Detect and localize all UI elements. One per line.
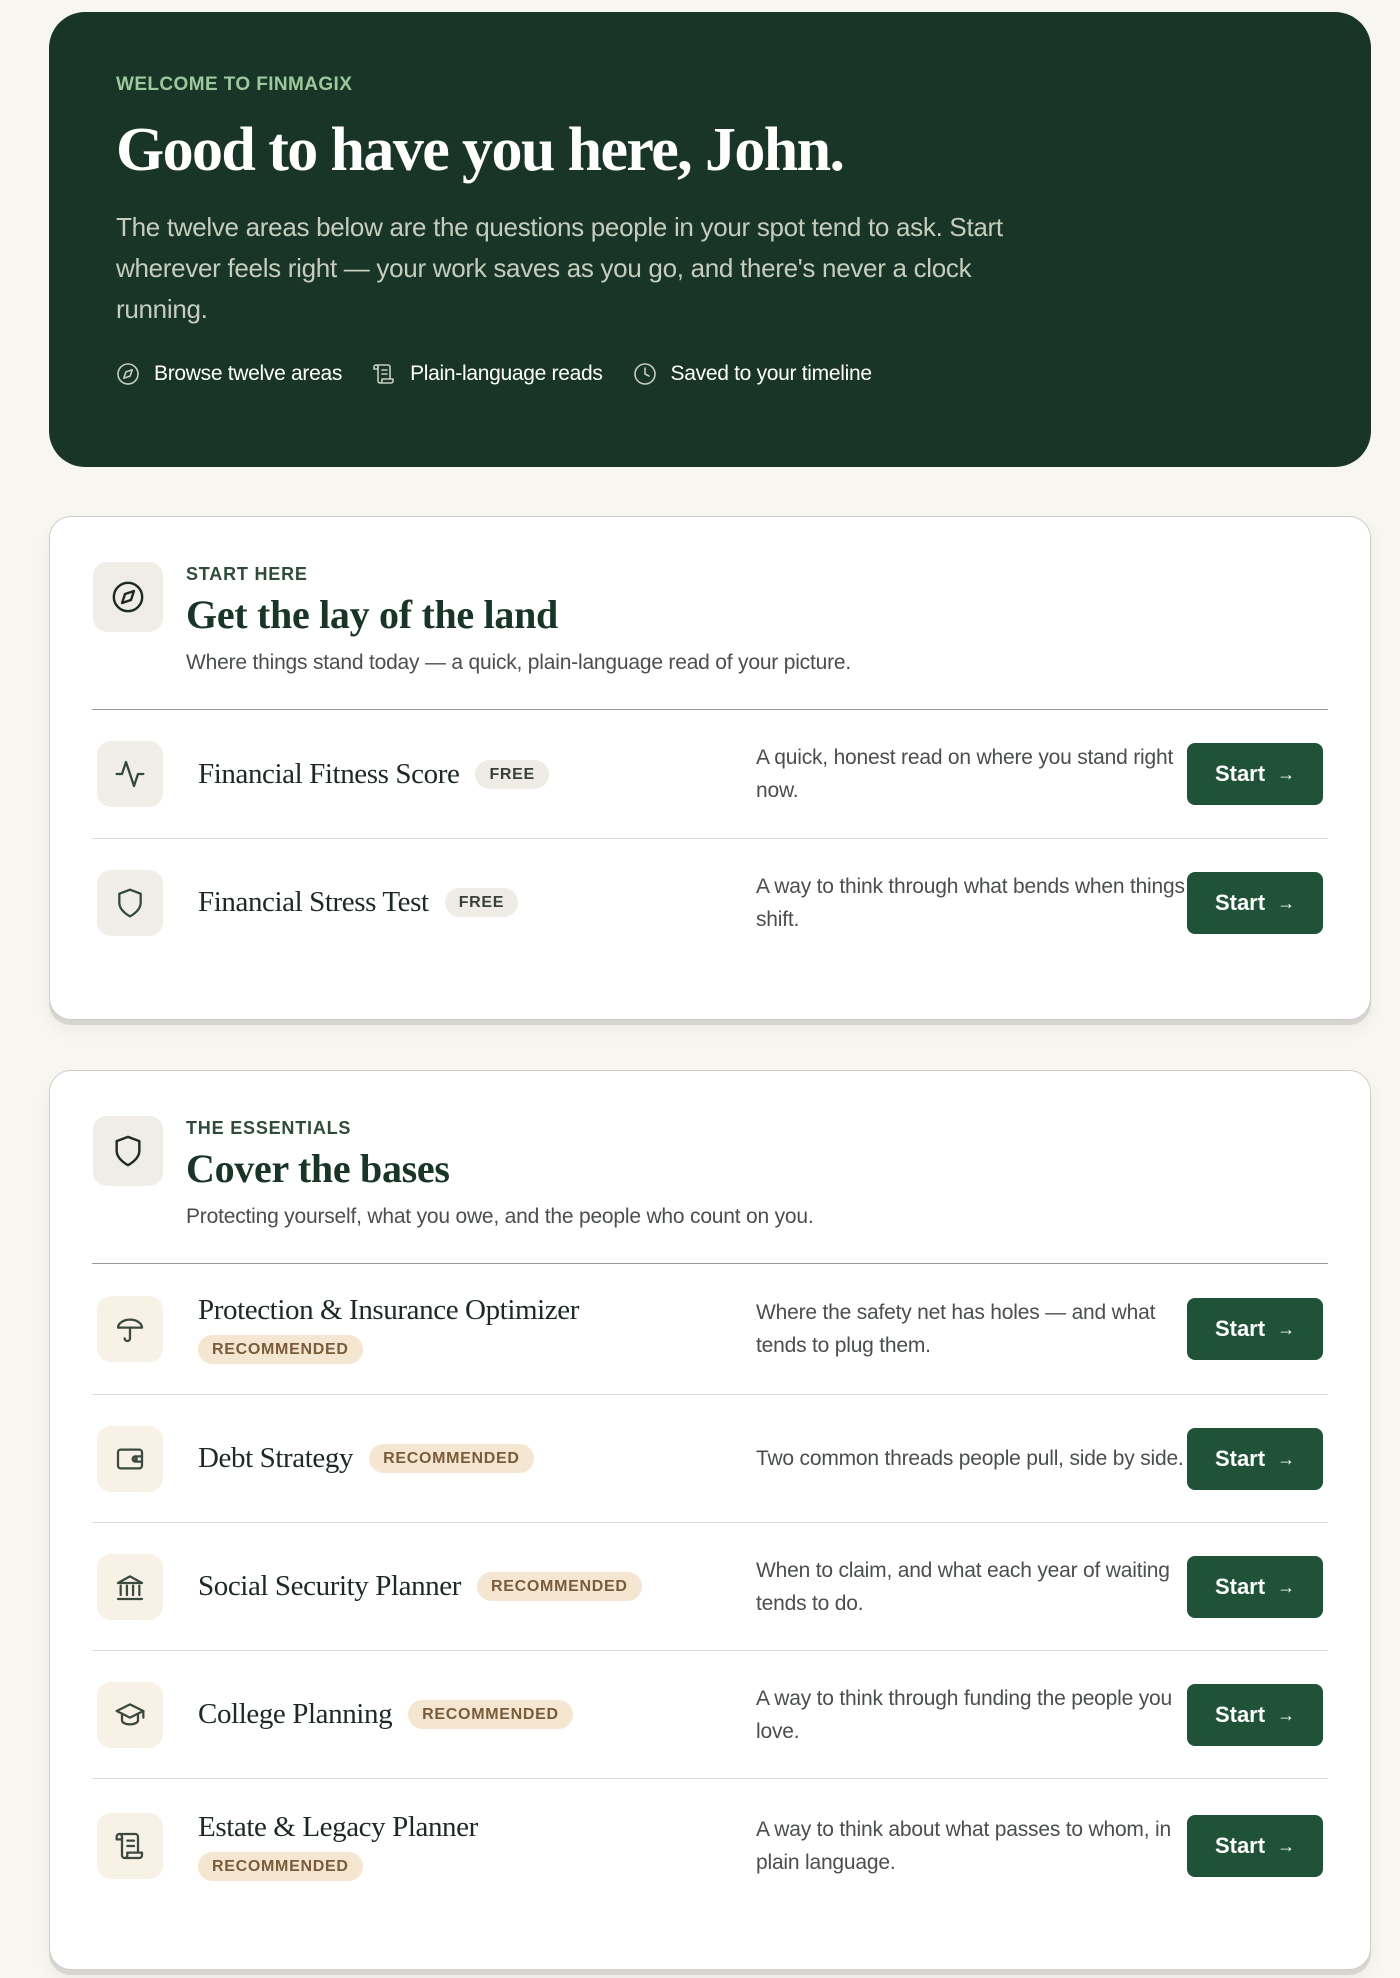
tool-row-financial-stress-test: Financial Stress Test FREE A way to thin… [92,838,1328,966]
chip-label: Browse twelve areas [154,362,343,386]
tool-row-protection-insurance-optimizer: Protection & Insurance Optimizer RECOMME… [92,1264,1328,1394]
tool-title: Debt Strategy [198,1442,354,1474]
tool-description: Where the safety net has holes — and wha… [756,1301,1156,1357]
start-button-financial-stress-test[interactable]: Start → [1187,872,1323,934]
recommended-badge: RECOMMENDED [198,1851,363,1881]
graduation-cap-icon [115,1703,145,1726]
start-button-label: Start [1214,1446,1266,1471]
start-button-college-planning[interactable]: Start → [1187,1684,1323,1746]
start-button-label: Start [1214,761,1266,786]
tool-title: Estate & Legacy Planner [198,1810,478,1843]
welcome-hero: WELCOME TO FINMAGIX Good to have you her… [49,12,1371,467]
start-button-label: Start [1214,1316,1266,1341]
section-start-here: START HERE Get the lay of the land Where… [49,516,1371,1020]
scroll-icon [115,1832,144,1860]
arrow-right-icon: → [1277,763,1296,784]
tool-list: Financial Fitness Score FREE A quick, ho… [92,710,1328,966]
chip-browse-areas: Browse twelve areas [116,362,342,386]
tool-icon [97,870,163,936]
tool-icon [97,1682,163,1748]
start-button-estate-legacy-planner[interactable]: Start → [1187,1815,1323,1877]
tool-description: A way to think about what passes to whom… [756,1817,1171,1874]
arrow-right-icon: → [1277,1835,1296,1856]
free-badge: FREE [444,888,519,917]
hero-body: The twelve areas below are the questions… [116,212,1003,325]
recommended-badge: RECOMMENDED [477,1572,642,1601]
tool-description: A way to think through what bends when t… [756,874,1185,931]
start-button-social-security-planner[interactable]: Start → [1187,1556,1323,1618]
scroll-icon [373,364,394,384]
tool-icon [97,1813,163,1879]
compass-icon [112,581,144,613]
tool-description: A way to think through funding the peopl… [756,1686,1172,1743]
arrow-right-icon: → [1277,892,1296,913]
chip-label: Saved to your timeline [670,362,872,386]
arrow-right-icon: → [1277,1448,1296,1469]
compass-icon [117,363,139,385]
tool-icon [97,741,163,807]
tool-row-college-planning: College Planning RECOMMENDED A way to th… [92,1650,1328,1778]
page: WELCOME TO FINMAGIX Good to have you her… [0,0,1400,1978]
wallet-icon [116,1448,144,1470]
section-header: START HERE Get the lay of the land Where… [50,517,1370,709]
arrow-right-icon: → [1277,1576,1296,1597]
recommended-badge: RECOMMENDED [408,1700,573,1729]
section-header: THE ESSENTIALS Cover the bases Protectin… [50,1071,1370,1263]
recommended-badge: RECOMMENDED [198,1335,363,1364]
section-icon [93,1116,163,1186]
umbrella-icon [116,1318,144,1343]
free-badge: FREE [475,759,549,789]
chip-plain-language: Plain-language reads [372,362,603,386]
tool-description: When to claim, and what each year of wai… [756,1558,1170,1615]
section-eyebrow: THE ESSENTIALS [186,1118,352,1138]
section-the-essentials: THE ESSENTIALS Cover the bases Protectin… [49,1070,1371,1970]
tool-row-financial-fitness-score: Financial Fitness Score FREE A quick, ho… [92,710,1328,838]
tool-title: Financial Stress Test [198,886,429,918]
start-button-label: Start [1214,1702,1266,1727]
chip-label: Plain-language reads [410,362,603,386]
pulse-icon [115,760,145,788]
clock-icon [633,363,656,385]
start-button-label: Start [1214,1833,1266,1858]
tool-row-estate-legacy-planner: Estate & Legacy Planner RECOMMENDED A wa… [92,1778,1328,1912]
section-title: Cover the bases [186,1146,450,1191]
start-button-label: Start [1214,890,1266,915]
tool-title: Social Security Planner [198,1570,462,1602]
bank-icon [116,1575,144,1601]
start-button-financial-fitness-score[interactable]: Start → [1187,743,1323,805]
shield-icon [118,888,142,918]
tool-title: Financial Fitness Score [198,757,460,790]
start-button-protection-insurance-optimizer[interactable]: Start → [1187,1298,1323,1360]
arrow-right-icon: → [1277,1318,1296,1339]
tool-row-debt-strategy: Debt Strategy RECOMMENDED Two common thr… [92,1394,1328,1522]
section-subtitle: Where things stand today — a quick, plai… [186,651,851,674]
section-title: Get the lay of the land [186,592,558,637]
section-icon [93,562,163,632]
section-eyebrow: START HERE [186,564,308,584]
shield-icon [115,1135,141,1167]
hero-eyebrow: WELCOME TO FINMAGIX [116,74,353,95]
start-button-label: Start [1214,1574,1266,1599]
hero-title: Good to have you here, John. [116,116,845,184]
tool-description: A quick, honest read on where you stand … [756,746,1174,802]
tool-title: Protection & Insurance Optimizer [198,1294,579,1326]
section-subtitle: Protecting yourself, what you owe, and t… [186,1205,814,1228]
tool-description: Two common threads people pull, side by … [756,1447,1184,1470]
tool-icon [97,1554,163,1620]
arrow-right-icon: → [1277,1704,1296,1725]
chip-saved-timeline: Saved to your timeline [633,362,872,386]
hero-chips: Browse twelve areas Plain-language reads… [116,362,1371,386]
tool-title: College Planning [198,1698,393,1730]
tool-icon [97,1296,163,1362]
tool-icon [97,1426,163,1492]
tool-list: Protection & Insurance Optimizer RECOMME… [92,1264,1328,1912]
start-button-debt-strategy[interactable]: Start → [1187,1428,1323,1490]
tool-row-social-security-planner: Social Security Planner RECOMMENDED When… [92,1522,1328,1650]
recommended-badge: RECOMMENDED [369,1444,534,1473]
